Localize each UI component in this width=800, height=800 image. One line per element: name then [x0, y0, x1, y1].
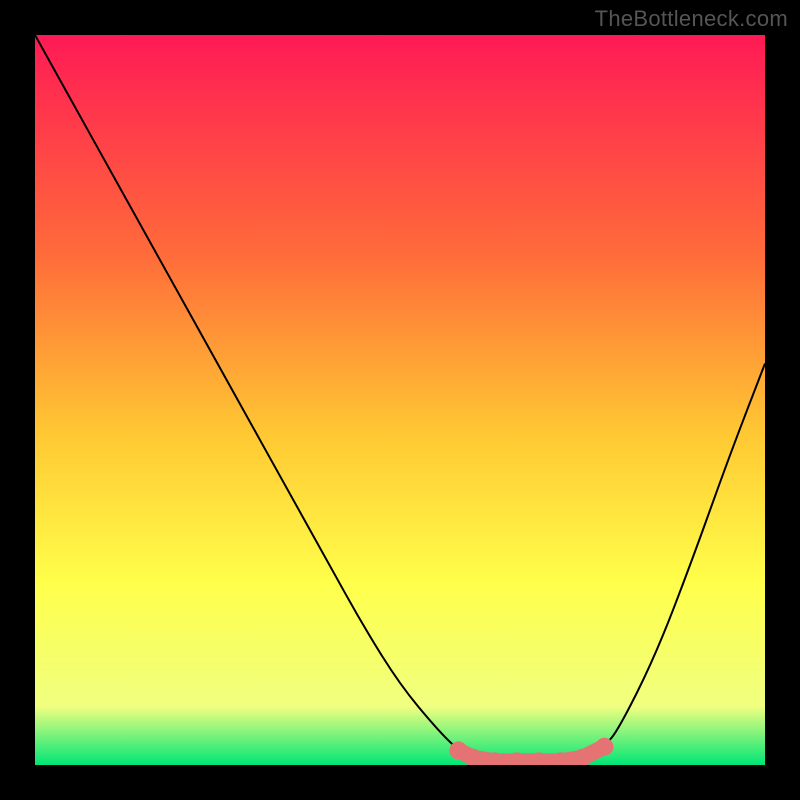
watermark-text: TheBottleneck.com — [595, 6, 788, 32]
gradient-bg — [35, 35, 765, 765]
plot-area — [35, 35, 765, 765]
chart-container: TheBottleneck.com — [0, 0, 800, 800]
chart-svg — [35, 35, 765, 765]
marker-dot — [595, 738, 613, 756]
